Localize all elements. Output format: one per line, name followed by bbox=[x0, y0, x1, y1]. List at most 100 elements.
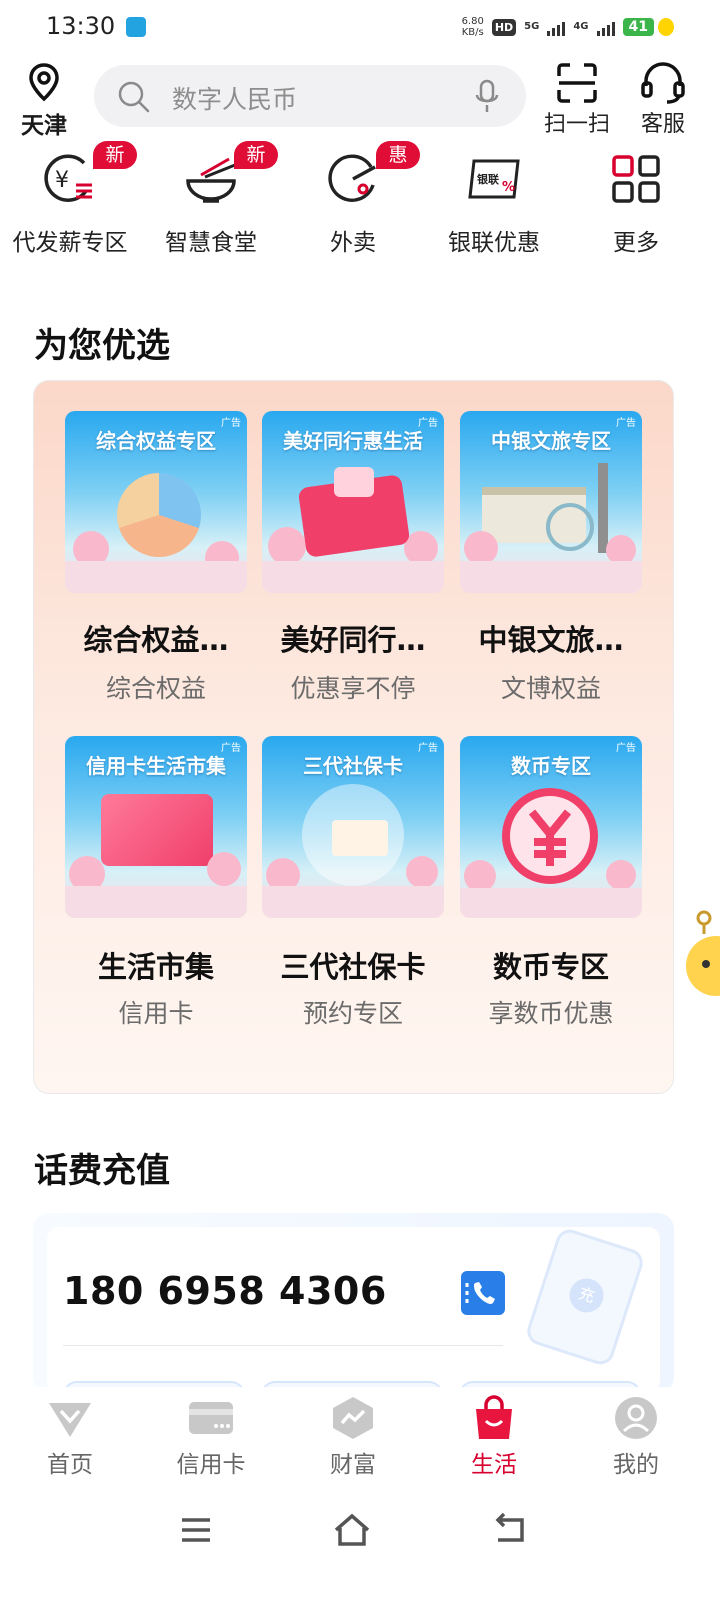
flower-decoration bbox=[207, 852, 241, 886]
recommend-banner: 综合权益专区 广告 bbox=[65, 411, 247, 593]
divider bbox=[63, 1345, 503, 1346]
quick-entry-unionpay[interactable]: 银联 % 银联优惠 bbox=[424, 145, 564, 256]
system-menu-button[interactable] bbox=[166, 1510, 226, 1560]
customer-service-button[interactable]: 客服 bbox=[628, 62, 698, 138]
recharge-panel: 180 6958 4306 充 bbox=[47, 1226, 660, 1421]
nav-label: 生活 bbox=[471, 1452, 517, 1478]
network-speed: 6.80 KB/s bbox=[462, 16, 484, 38]
recommend-item-name: 综合权益… bbox=[83, 623, 229, 657]
scan-label: 扫一扫 bbox=[543, 112, 610, 137]
network-speed-unit: KB/s bbox=[461, 27, 484, 38]
microphone-icon[interactable] bbox=[474, 79, 500, 115]
ad-tag: 广告 bbox=[616, 418, 636, 429]
recommend-item-subtitle: 享数币优惠 bbox=[488, 999, 614, 1028]
recharge-card: 180 6958 4306 充 bbox=[33, 1213, 674, 1421]
recharge-phone-illustration: 充 bbox=[523, 1226, 647, 1368]
system-home-button[interactable] bbox=[322, 1510, 382, 1560]
recommend-banner: 数币专区 广告 bbox=[460, 736, 642, 918]
banner-title: 美好同行惠生活 bbox=[283, 429, 423, 453]
banner-title: 中银文旅专区 bbox=[491, 429, 611, 453]
credit-card-illustration bbox=[101, 794, 213, 866]
flower-decoration bbox=[268, 527, 306, 565]
system-back-button[interactable] bbox=[480, 1510, 540, 1560]
scan-button[interactable]: 扫一扫 bbox=[542, 62, 612, 138]
flower-decoration bbox=[606, 860, 636, 890]
nav-label: 首页 bbox=[47, 1452, 93, 1478]
quick-entry-delivery[interactable]: 惠 外卖 bbox=[283, 141, 423, 256]
flower-decoration bbox=[406, 856, 438, 888]
yuan-salary-icon: ¥ bbox=[44, 154, 92, 202]
discount-badge: 惠 bbox=[376, 141, 420, 169]
location-label: 天津 bbox=[21, 113, 67, 139]
banner-ground bbox=[65, 886, 247, 918]
recommend-banner: 信用卡生活市集 广告 bbox=[65, 736, 247, 918]
nav-mine[interactable]: 我的 bbox=[566, 1395, 706, 1491]
diamond-home-icon bbox=[49, 1403, 91, 1437]
banner-title: 综合权益专区 bbox=[96, 429, 216, 453]
quick-entry-more[interactable]: 更多 bbox=[566, 145, 706, 256]
banner-title: 三代社保卡 bbox=[303, 754, 403, 778]
recommend-item-subtitle: 文博权益 bbox=[500, 674, 601, 703]
banner-ground bbox=[65, 561, 247, 593]
nav-life[interactable]: 生活 bbox=[424, 1395, 564, 1491]
recharge-deco-text: 充 bbox=[565, 1273, 608, 1317]
pie-chart-illustration bbox=[117, 473, 201, 557]
nav-home[interactable]: 首页 bbox=[0, 1395, 140, 1491]
nav-wealth[interactable]: 财富 bbox=[283, 1395, 423, 1491]
phone-number-field[interactable]: 180 6958 4306 bbox=[63, 1269, 387, 1313]
recommend-item-digital-currency[interactable]: 数币专区 广告 数币专区 享数币优惠 bbox=[460, 736, 642, 1028]
ad-tag: 广告 bbox=[616, 743, 636, 754]
banner-title: 信用卡生活市集 bbox=[86, 754, 226, 778]
status-bar: 13:30 6.80 KB/s HD 5G 4G 41 bbox=[0, 0, 720, 56]
quick-entry-salary[interactable]: ¥ 新 代发薪专区 bbox=[0, 141, 140, 256]
signal-strength-icon-2 bbox=[596, 18, 615, 36]
quick-entry-canteen[interactable]: 新 智慧食堂 bbox=[141, 141, 281, 256]
signal-strength-icon bbox=[547, 18, 566, 36]
user-profile-icon bbox=[615, 1397, 657, 1439]
menu-icon bbox=[182, 1518, 210, 1542]
recommend-item-name: 生活市集 bbox=[97, 950, 214, 984]
recommend-item-benefits[interactable]: 综合权益专区 广告 综合权益… 综合权益 bbox=[65, 411, 247, 703]
recommend-item-social-security[interactable]: 三代社保卡 广告 三代社保卡 预约专区 bbox=[262, 736, 444, 1028]
bowl-chopsticks-icon bbox=[186, 157, 236, 203]
recommend-item-market[interactable]: 信用卡生活市集 广告 生活市集 信用卡 bbox=[65, 736, 247, 1028]
recommend-item-lifestyle[interactable]: 美好同行惠生活 广告 美好同行… 优惠享不停 bbox=[262, 411, 444, 703]
ad-tag: 广告 bbox=[418, 418, 438, 429]
lucky-bag-icon bbox=[686, 910, 720, 996]
recharge-section-title: 话费充值 bbox=[34, 1151, 170, 1191]
contact-picker-button[interactable] bbox=[461, 1271, 505, 1315]
gift-box-illustration bbox=[334, 467, 374, 497]
status-time: 13:30 bbox=[46, 12, 116, 40]
digital-yuan-icon bbox=[502, 788, 598, 884]
home-icon bbox=[334, 1513, 370, 1546]
quick-entry-label: 代发薪专区 bbox=[12, 230, 128, 256]
location-selector[interactable]: 天津 bbox=[16, 62, 72, 139]
floating-mascot[interactable] bbox=[686, 908, 720, 998]
banner-ground bbox=[460, 561, 642, 593]
recommend-banner: 三代社保卡 广告 bbox=[262, 736, 444, 918]
quick-entry-row: ¥ 新 代发薪专区 新 智慧食堂 惠 外卖 银联 % 银联优惠 更多 bbox=[0, 141, 720, 256]
scan-icon bbox=[557, 63, 597, 103]
system-navigation-bar bbox=[0, 1500, 720, 1600]
network-type-4g: 4G bbox=[573, 21, 589, 32]
banner-ground bbox=[262, 561, 444, 593]
ad-tag: 广告 bbox=[221, 743, 241, 754]
network-type-5g: 5G bbox=[524, 21, 540, 32]
recommend-item-name: 中银文旅… bbox=[478, 623, 624, 657]
recommend-item-culture-travel[interactable]: 中银文旅专区 广告 中银文旅… 文博权益 bbox=[460, 411, 642, 703]
quick-entry-label: 银联优惠 bbox=[448, 230, 540, 256]
customer-service-label: 客服 bbox=[640, 112, 685, 137]
nav-label: 信用卡 bbox=[176, 1452, 246, 1478]
delivery-icon bbox=[328, 154, 376, 202]
search-bar[interactable]: 数字人民币 bbox=[94, 65, 526, 127]
svg-text:¥: ¥ bbox=[55, 168, 69, 193]
banner-ground bbox=[262, 886, 444, 918]
ad-tag: 广告 bbox=[418, 743, 438, 754]
nav-label: 财富 bbox=[330, 1452, 376, 1478]
recommend-item-subtitle: 信用卡 bbox=[118, 999, 194, 1028]
recommend-item-name: 数币专区 bbox=[492, 950, 609, 984]
network-speed-value: 6.80 bbox=[461, 16, 484, 27]
nav-credit-card[interactable]: 信用卡 bbox=[141, 1395, 281, 1491]
recommend-section-title: 为您优选 bbox=[34, 326, 170, 366]
phone-contacts-icon bbox=[465, 1282, 495, 1304]
